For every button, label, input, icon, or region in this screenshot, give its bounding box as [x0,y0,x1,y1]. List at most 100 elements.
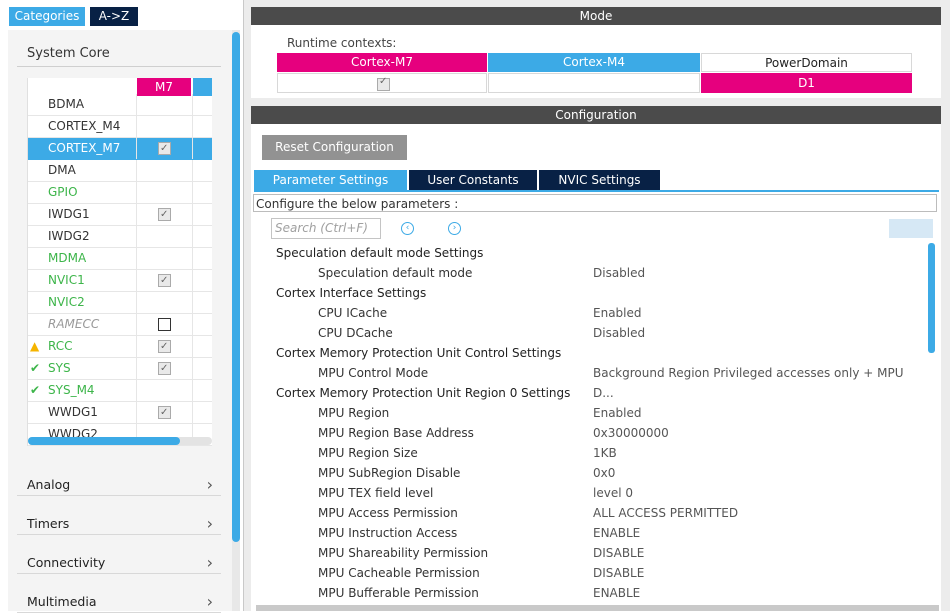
peripheral-name: SYS [48,361,71,375]
peripheral-checkbox[interactable] [158,402,171,423]
cortex-m7-checkbox[interactable]: ✓ [377,76,390,91]
param-row[interactable]: MPU SubRegion Disable 0x0 [252,463,922,483]
row-column-divider [136,248,137,269]
peripheral-name: NVIC2 [48,295,85,309]
mode-panel: Mode Runtime contexts: Cortex-M7 Cortex-… [251,0,941,98]
param-section-header[interactable]: Cortex Memory Protection Unit Control Se… [252,343,922,363]
reset-configuration-button[interactable]: Reset Configuration [262,135,407,160]
param-row[interactable]: MPU Cacheable Permission DISABLE [252,563,922,583]
mode-top-strip [251,0,941,7]
power-domain-value[interactable]: D1 [701,73,912,93]
category-connectivity[interactable]: Connectivity › [17,552,221,574]
param-row[interactable]: CPU DCache Disabled [252,323,922,343]
tab-parameter-settings[interactable]: Parameter Settings [254,170,407,190]
row-column-divider [192,138,193,159]
sidebar-peripheral-item[interactable]: ✔ SYS_M4 [28,380,212,402]
param-row[interactable]: MPU TEX field level level 0 [252,483,922,503]
sidebar-v-scrollbar-thumb[interactable] [232,32,240,542]
sidebar-peripheral-item[interactable]: IWDG1 [28,204,212,226]
param-name: MPU Control Mode [318,366,429,380]
param-row[interactable]: MPU Access Permission ALL ACCESS PERMITTE… [252,503,922,523]
param-name: Speculation default mode [318,266,473,280]
search-next-icon[interactable]: › [448,222,461,235]
param-section-header[interactable]: Cortex Memory Protection Unit Region 0 S… [252,383,922,403]
tab-user-constants[interactable]: User Constants [409,170,537,190]
row-column-divider [136,160,137,181]
param-value: 0x0 [593,466,616,480]
expand-button[interactable] [889,219,933,238]
param-v-scrollbar-thumb[interactable] [928,243,935,353]
param-name: MPU Region Base Address [318,426,474,440]
search-prev-icon[interactable]: ‹ [401,222,414,235]
mode-cell-m7: ✓ [277,73,487,93]
param-row[interactable]: MPU Control Mode Background Region Privil… [252,363,922,400]
sidebar-peripheral-item[interactable]: ▲ RCC [28,336,212,358]
param-v-scrollbar[interactable] [928,243,935,603]
row-column-divider [192,94,193,115]
row-column-divider [136,336,137,357]
sidebar-peripheral-item[interactable]: DMA [28,160,212,182]
check-mark-icon: ✓ [379,76,388,87]
tab-categories[interactable]: Categories [9,7,85,26]
peripheral-checkbox[interactable] [158,318,171,331]
chevron-right-icon: › [206,475,213,494]
peripheral-checkbox[interactable] [158,336,171,357]
category-label: Connectivity [27,555,106,570]
peripheral-checkbox[interactable] [158,270,171,291]
sidebar-peripheral-item[interactable]: BDMA [28,94,212,116]
param-row[interactable]: MPU Region Size 1KB [252,443,922,463]
sidebar-peripheral-item[interactable]: NVIC2 [28,292,212,314]
param-row[interactable]: MPU Bufferable Permission ENABLE [252,583,922,603]
table-h-scrollbar-thumb[interactable] [28,437,180,445]
param-value: DISABLE [593,546,645,560]
sidebar-peripheral-item[interactable]: WWDG1 [28,402,212,424]
configuration-header: Configuration [251,106,941,124]
peripheral-list: BDMA CORTEX_M4 CORTEX_M7 DMA GPIO IWDG1 IWDG2 M… [28,94,212,446]
sidebar-v-scrollbar[interactable] [232,30,240,611]
param-name: MPU Shareability Permission [318,546,489,560]
sidebar-peripheral-item[interactable]: RAMECC [28,314,212,336]
tab-a-z[interactable]: A->Z [90,7,138,26]
sidebar-peripheral-item[interactable]: ✔ SYS [28,358,212,380]
peripheral-name: CORTEX_M4 [48,119,121,133]
param-row[interactable]: Speculation default mode Disabled [252,263,922,283]
param-value: Enabled [593,306,642,320]
right-edge-scrollbar[interactable] [941,0,950,611]
left-sidebar: Categories A->Z System Core M7 BDMA CORTE… [0,0,244,613]
param-value: DISABLE [593,566,645,580]
param-section-header[interactable]: Cortex Interface Settings [252,283,922,303]
table-h-scrollbar[interactable] [28,437,212,445]
search-input[interactable]: Search (Ctrl+F) [271,218,381,239]
param-section-header[interactable]: Speculation default mode Settings [252,243,922,263]
sidebar-peripheral-item[interactable]: IWDG2 [28,226,212,248]
param-row[interactable]: MPU Instruction Access ENABLE [252,523,922,543]
sidebar-peripheral-item[interactable]: CORTEX_M4 [28,116,212,138]
section-label: Cortex Memory Protection Unit Control Se… [276,346,562,360]
category-multimedia[interactable]: Multimedia › [17,591,221,613]
mode-cell-m4 [488,73,700,93]
param-value: Disabled [593,266,646,280]
sidebar-peripheral-item[interactable]: MDMA [28,248,212,270]
param-row[interactable]: MPU Region Base Address 0x30000000 [252,423,922,443]
peripheral-name: NVIC1 [48,273,85,287]
row-column-divider [136,292,137,313]
param-row[interactable]: CPU ICache Enabled [252,303,922,323]
param-row[interactable]: MPU Shareability Permission DISABLE [252,543,922,563]
sidebar-peripheral-item[interactable]: CORTEX_M7 [28,138,212,160]
peripheral-checkbox[interactable] [158,204,171,225]
row-column-divider [136,402,137,423]
param-row[interactable]: MPU Region Enabled [252,403,922,423]
peripheral-checkbox[interactable] [158,358,171,379]
peripheral-name: RAMECC [48,317,100,331]
peripheral-checkbox[interactable] [158,138,171,159]
tab-nvic-settings[interactable]: NVIC Settings [539,170,660,190]
peripheral-name: SYS_M4 [48,383,95,397]
row-column-divider [192,402,193,423]
sidebar-peripheral-item[interactable]: GPIO [28,182,212,204]
bottom-bar [256,605,939,611]
row-column-divider [136,358,137,379]
sidebar-peripheral-item[interactable]: NVIC1 [28,270,212,292]
category-analog[interactable]: Analog › [17,474,221,496]
section-title-system-core[interactable]: System Core [17,43,221,67]
category-timers[interactable]: Timers › [17,513,221,535]
